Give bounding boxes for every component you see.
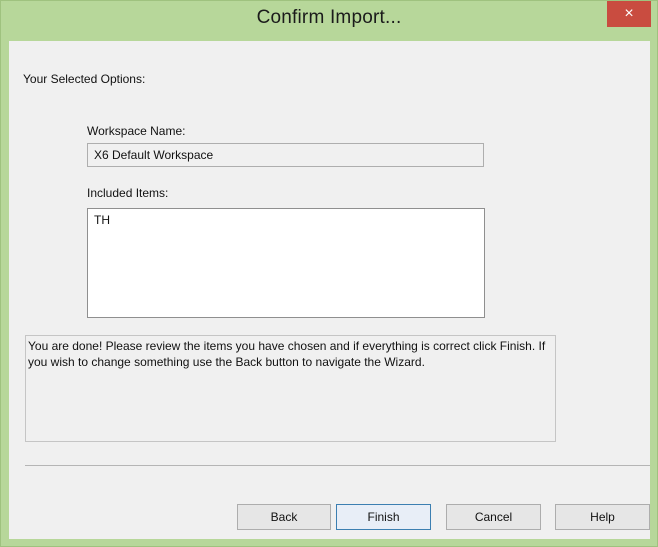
help-button[interactable]: Help xyxy=(555,504,650,530)
close-button[interactable]: × xyxy=(607,1,651,27)
workspace-name-field[interactable]: X6 Default Workspace xyxy=(87,143,484,167)
dialog-body: Your Selected Options: Workspace Name: X… xyxy=(9,41,650,539)
title-bar[interactable]: Confirm Import... × xyxy=(1,1,657,41)
options-heading: Your Selected Options: xyxy=(23,72,146,86)
confirm-import-dialog: Confirm Import... × Your Selected Option… xyxy=(0,0,658,547)
separator xyxy=(25,465,650,466)
back-button[interactable]: Back xyxy=(237,504,331,530)
cancel-button[interactable]: Cancel xyxy=(446,504,541,530)
included-items-label: Included Items: xyxy=(87,186,169,200)
workspace-name-label: Workspace Name: xyxy=(87,124,186,138)
list-item[interactable]: TH xyxy=(94,213,478,227)
included-items-list[interactable]: TH xyxy=(87,208,485,318)
close-icon: × xyxy=(624,5,634,22)
finish-button[interactable]: Finish xyxy=(336,504,431,530)
window-title: Confirm Import... xyxy=(256,7,402,28)
info-text: You are done! Please review the items yo… xyxy=(25,335,556,442)
